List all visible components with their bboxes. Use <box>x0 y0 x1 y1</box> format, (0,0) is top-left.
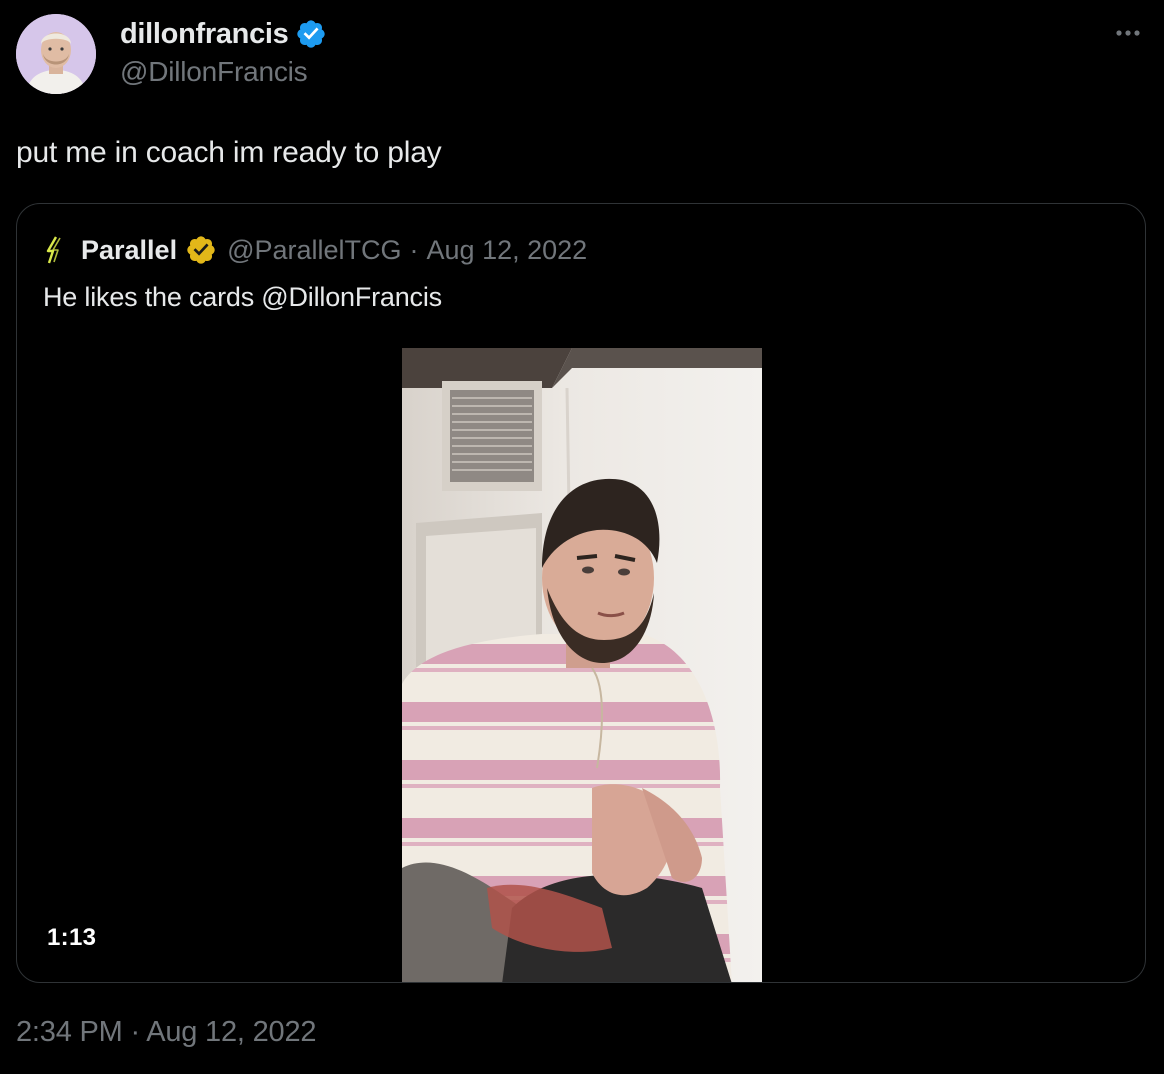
quoted-tweet-date[interactable]: Aug 12, 2022 <box>427 235 588 266</box>
blue-verified-badge-icon[interactable] <box>295 18 327 50</box>
author-handle[interactable]: @DillonFrancis <box>120 56 308 88</box>
quoted-tweet-header: Parallel @ParallelTCG · Aug 12, 2022 <box>43 230 587 270</box>
timestamp-separator: · <box>122 1016 147 1048</box>
more-horizontal-icon <box>1116 30 1140 36</box>
timestamp-time: 2:34 PM <box>16 1016 123 1048</box>
avatar[interactable] <box>16 14 96 94</box>
video-thumbnail[interactable] <box>402 348 762 982</box>
tweet: dillonfrancis @DillonFrancis put me in c… <box>0 0 1164 1074</box>
quoted-author-display-name[interactable]: Parallel <box>81 235 177 266</box>
video-duration: 1:13 <box>47 924 97 951</box>
parallel-logo-icon[interactable] <box>43 235 65 265</box>
avatar-image <box>16 14 96 94</box>
more-options-button[interactable] <box>1108 18 1148 48</box>
quoted-tweet-text: He likes the cards @DillonFrancis <box>43 282 442 312</box>
author-display-name[interactable]: dillonfrancis <box>120 18 289 51</box>
timestamp-date: Aug 12, 2022 <box>146 1016 317 1048</box>
quoted-author-handle[interactable]: @ParallelTCG <box>227 235 401 266</box>
quoted-separator: · <box>409 234 419 265</box>
tweet-timestamp[interactable]: 2:34 PM · Aug 12, 2022 <box>16 1016 317 1049</box>
quoted-tweet-card[interactable]: Parallel @ParallelTCG · Aug 12, 2022 He … <box>16 203 1146 983</box>
author-name-row: dillonfrancis <box>120 14 327 54</box>
video-frame-image <box>402 348 762 982</box>
tweet-text: put me in coach im ready to play <box>16 136 442 169</box>
gold-verified-badge-icon[interactable] <box>185 234 217 266</box>
